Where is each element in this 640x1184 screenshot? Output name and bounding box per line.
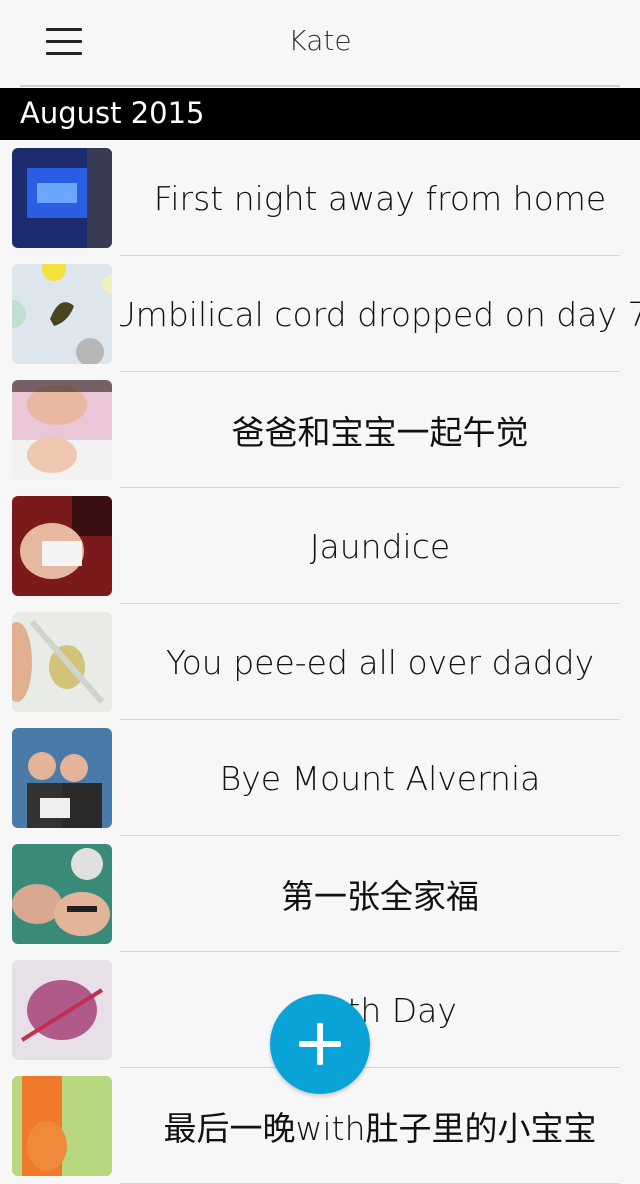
entry-thumbnail [12,264,112,364]
entry-thumbnail [12,960,112,1060]
entry-title: Bye Mount Alvernia [219,758,541,798]
entry-title: Jaundice [309,526,451,566]
entry-thumbnail [12,380,112,480]
list-item[interactable]: Jaundice [0,488,640,604]
list-item[interactable]: Bye Mount Alvernia [0,720,640,836]
navigation-bar: Kate [0,0,640,88]
entry-thumbnail [12,148,112,248]
list-item[interactable]: First night away from home [0,140,640,256]
entry-title: 第一张全家福 [281,877,479,916]
list-item[interactable]: 第一张全家福 [0,836,640,952]
section-header: August 2015 [0,88,640,140]
entry-thumbnail [12,496,112,596]
entry-title: You pee-ed all over daddy [165,642,595,682]
entry-thumbnail [12,728,112,828]
list-item[interactable]: You pee-ed all over daddy [0,604,640,720]
entry-thumbnail [12,844,112,944]
entry-title: Birth Day [303,990,457,1030]
entry-thumbnail [12,612,112,712]
add-entry-button[interactable] [270,994,370,1094]
entry-title: 爸爸和宝宝一起午觉 [231,413,529,452]
nav-divider [20,85,620,87]
entry-title: 最后一晚with肚子里的小宝宝 [163,1109,597,1148]
list-item[interactable]: 爸爸和宝宝一起午觉 [0,372,640,488]
entry-title: First night away from home [153,178,607,218]
entry-thumbnail [12,1076,112,1176]
list-item[interactable]: Umbilical cord dropped on day 7 [0,256,640,372]
entry-title: Umbilical cord dropped on day 7 [120,294,640,334]
page-title: Kate [288,24,352,57]
